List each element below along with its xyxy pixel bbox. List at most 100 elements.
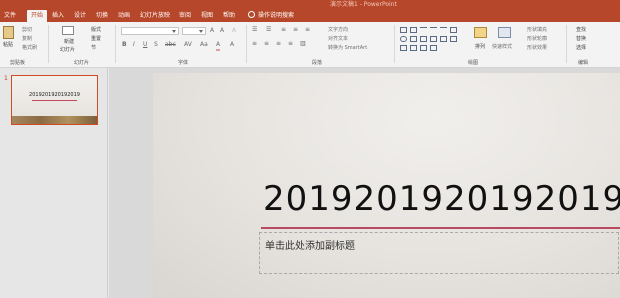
cut-button[interactable]: 剪切	[22, 26, 32, 33]
italic-icon[interactable]: I	[133, 41, 135, 49]
tab-help[interactable]: 帮助	[223, 10, 235, 22]
group-label-clipboard: 剪贴板	[10, 60, 26, 66]
rectangle-shape-icon[interactable]	[410, 45, 417, 51]
tab-insert[interactable]: 插入	[52, 10, 64, 22]
shape-outline-button[interactable]: 形状轮廓	[527, 35, 547, 42]
numbering-icon[interactable]: ☰	[266, 26, 271, 34]
layout-button[interactable]: 版式	[91, 26, 101, 33]
bullets-icon[interactable]: ☰	[252, 26, 257, 34]
group-divider	[246, 25, 247, 63]
format-painter-button[interactable]: 格式刷	[22, 44, 37, 51]
quick-styles-icon[interactable]	[498, 27, 511, 38]
justify-icon[interactable]: ≡	[288, 40, 293, 48]
quick-styles-button[interactable]: 快速样式	[492, 43, 512, 50]
align-right-icon[interactable]: ≡	[276, 40, 281, 48]
font-color-more-icon[interactable]: A	[230, 41, 234, 49]
group-divider	[115, 25, 116, 63]
rectangle-shape-icon[interactable]	[400, 27, 407, 33]
star-shape-icon[interactable]	[440, 36, 447, 42]
paste-button[interactable]: 粘贴	[3, 41, 13, 48]
subtitle-placeholder[interactable]: 单击此处添加副标题	[259, 232, 619, 274]
tell-me-search[interactable]: 操作说明搜索	[248, 10, 294, 22]
oval-shape-icon[interactable]	[400, 36, 407, 42]
current-slide[interactable]: 2019201920192019201 单击此处添加副标题	[153, 73, 620, 298]
slide-number: 1	[4, 75, 8, 82]
ribbon: 粘贴 剪切 复制 格式刷 剪贴板 新建 幻灯片 版式 重置 节 幻灯片 A A …	[0, 22, 620, 68]
rectangle-shape-icon[interactable]	[450, 27, 457, 33]
underline-icon[interactable]: U	[143, 41, 147, 49]
line-shape-icon[interactable]	[430, 27, 437, 33]
line-spacing-icon[interactable]: ≡	[305, 26, 310, 34]
slide-thumbnails-pane: 1 2019201920192019	[0, 68, 108, 298]
new-slide-label[interactable]: 新建	[64, 38, 74, 45]
font-size-combo[interactable]	[182, 27, 206, 35]
arrow-shape-icon[interactable]	[440, 27, 447, 33]
tab-transitions[interactable]: 切换	[96, 10, 108, 22]
align-text-button[interactable]: 对齐文本	[328, 35, 348, 42]
shadow-icon[interactable]: S	[154, 41, 158, 49]
tab-file[interactable]: 文件	[4, 10, 16, 22]
tell-me-label: 操作说明搜索	[258, 12, 295, 19]
section-button[interactable]: 节	[91, 44, 96, 51]
ribbon-tabs: 文件 开始 插入 设计 切换 动画 幻灯片放映 审阅 视图 帮助 操作说明搜索	[0, 8, 620, 22]
columns-icon[interactable]: ▥	[300, 40, 306, 48]
slide-thumbnail[interactable]: 2019201920192019	[11, 75, 98, 125]
font-name-combo[interactable]	[121, 27, 179, 35]
rectangle-shape-icon[interactable]	[400, 45, 407, 51]
change-case-icon[interactable]: Aa	[200, 41, 208, 49]
window-title: 演示文稿1 - PowerPoint	[330, 1, 397, 8]
group-label-paragraph: 段落	[312, 60, 323, 66]
align-center-icon[interactable]: ≡	[264, 40, 269, 48]
bold-icon[interactable]: B	[122, 41, 127, 49]
text-direction-button[interactable]: 文字方向	[328, 26, 348, 33]
callout-shape-icon[interactable]	[430, 45, 437, 51]
triangle-shape-icon[interactable]	[410, 36, 417, 42]
rectangle-shape-icon[interactable]	[410, 27, 417, 33]
tab-view[interactable]: 视图	[201, 10, 213, 22]
paste-icon[interactable]	[3, 26, 14, 39]
group-label-font: 字体	[178, 60, 189, 66]
shrink-font-icon[interactable]: A	[220, 27, 224, 35]
tab-animations[interactable]: 动画	[118, 10, 130, 22]
increase-indent-icon[interactable]: ≡	[293, 26, 298, 34]
grow-font-icon[interactable]: A	[210, 27, 214, 35]
subtitle-placeholder-text: 单击此处添加副标题	[265, 241, 355, 252]
char-spacing-icon[interactable]: AV	[184, 41, 192, 49]
copy-button[interactable]: 复制	[22, 35, 32, 42]
align-left-icon[interactable]: ≡	[252, 40, 257, 48]
arrange-button[interactable]: 排列	[475, 43, 485, 50]
new-slide-icon[interactable]	[62, 26, 74, 35]
reset-button[interactable]: 重置	[91, 35, 101, 42]
tab-home[interactable]: 开始	[27, 10, 48, 22]
tab-slideshow[interactable]: 幻灯片放映	[140, 10, 170, 22]
find-button[interactable]: 查找	[576, 26, 586, 33]
shape-effects-button[interactable]: 形状效果	[527, 44, 547, 51]
group-label-editing: 编辑	[578, 60, 589, 66]
connector-shape-icon[interactable]	[420, 36, 427, 42]
tab-review[interactable]: 审阅	[179, 10, 191, 22]
brace-shape-icon[interactable]	[450, 36, 457, 42]
callout-shape-icon[interactable]	[420, 45, 427, 51]
lightbulb-icon	[248, 11, 255, 18]
chevron-down-icon	[199, 30, 203, 33]
slide-title[interactable]: 2019201920192019201	[263, 179, 620, 219]
arrange-icon[interactable]	[474, 27, 487, 38]
group-label-drawing: 绘图	[468, 60, 479, 66]
shape-fill-button[interactable]: 形状填充	[527, 26, 547, 33]
replace-button[interactable]: 替换	[576, 35, 586, 42]
font-color-icon[interactable]: A	[216, 41, 221, 51]
new-slide-label-2[interactable]: 幻灯片	[60, 46, 75, 53]
strikethrough-icon[interactable]: abc	[165, 41, 176, 49]
line-shape-icon[interactable]	[420, 27, 427, 33]
group-divider	[394, 25, 395, 63]
convert-smartart-button[interactable]: 转换为 SmartArt	[328, 44, 367, 51]
group-divider	[566, 25, 567, 63]
title-bar: 演示文稿1 - PowerPoint	[0, 0, 620, 8]
tab-design[interactable]: 设计	[74, 10, 86, 22]
connector-shape-icon[interactable]	[430, 36, 437, 42]
slide-canvas: 2019201920192019201 单击此处添加副标题	[109, 68, 620, 298]
select-button[interactable]: 选择	[576, 44, 586, 51]
chevron-down-icon	[172, 30, 176, 33]
clear-format-icon[interactable]: A	[232, 27, 236, 35]
decrease-indent-icon[interactable]: ≡	[281, 26, 286, 34]
